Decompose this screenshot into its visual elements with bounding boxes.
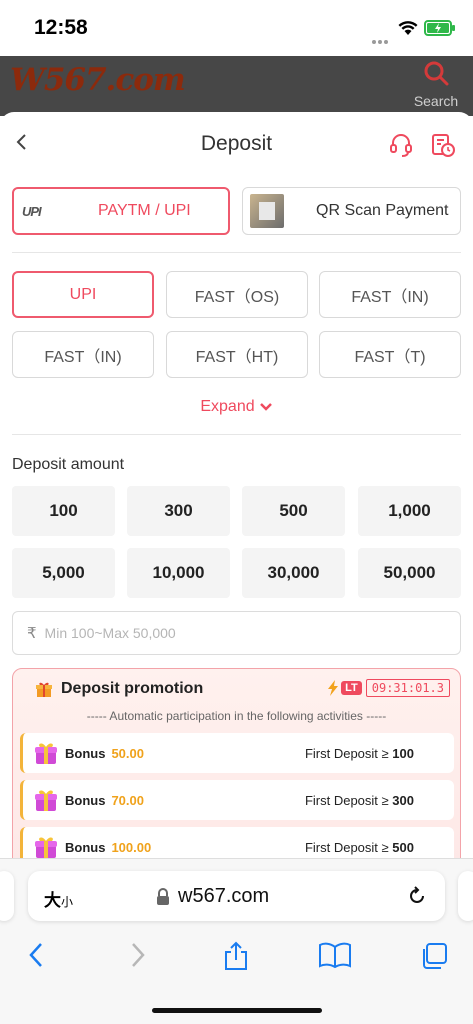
gift-box-icon <box>35 837 57 858</box>
upi-logo: UPI <box>22 203 42 219</box>
promotion-row: Bonus 70.00 First Deposit ≥ 300 <box>20 780 454 820</box>
bonus-label: Bonus <box>65 745 106 761</box>
history-icon[interactable] <box>430 132 456 158</box>
search-button[interactable]: Search <box>411 60 461 109</box>
amount-option[interactable]: 10,000 <box>127 548 230 598</box>
next-tab-preview[interactable] <box>458 871 473 921</box>
deposit-amount-title: Deposit amount <box>12 456 125 473</box>
status-time: 12:58 <box>34 16 88 39</box>
condition: First Deposit ≥ 300 <box>305 793 414 808</box>
divider <box>12 434 461 435</box>
channel-fast-ht[interactable]: FAST（HT) <box>166 331 308 378</box>
expand-label: Expand <box>200 398 255 415</box>
promotion-timer: LT 09:31:01.3 <box>327 679 450 697</box>
headset-icon[interactable] <box>388 132 414 158</box>
share-icon[interactable] <box>222 941 250 971</box>
back-arrow-icon[interactable] <box>26 941 48 969</box>
expand-button[interactable]: Expand <box>0 398 473 416</box>
promotion-subtitle: ----- Automatic participation in the fol… <box>86 709 387 723</box>
text-size-button[interactable]: 大小 <box>44 886 73 911</box>
channel-fast-t[interactable]: FAST（T) <box>319 331 461 378</box>
channel-fast-in[interactable]: FAST（IN) <box>319 271 461 318</box>
text-size-big: 大 <box>44 891 61 910</box>
method-label: PAYTM / UPI <box>98 202 191 219</box>
amount-option[interactable]: 1,000 <box>358 486 461 536</box>
amount-option[interactable]: 30,000 <box>242 548 345 598</box>
signal-icon <box>372 31 394 62</box>
tabs-icon[interactable] <box>419 941 449 971</box>
browser-toolbar: 大小 w567.com <box>0 858 473 1024</box>
reload-icon[interactable] <box>406 885 428 907</box>
bonus-value: 50.00 <box>111 745 144 761</box>
search-label: Search <box>413 93 459 109</box>
deposit-promotion: Deposit promotion LT 09:31:01.3 ----- Au… <box>12 668 461 858</box>
deposit-sheet: Deposit UPI PAYTM / UPI QR Scan Payment … <box>0 112 473 858</box>
method-qr-scan[interactable]: QR Scan Payment <box>242 187 461 235</box>
amount-option[interactable]: 500 <box>242 486 345 536</box>
amount-option[interactable]: 50,000 <box>358 548 461 598</box>
lock-icon <box>157 888 169 905</box>
condition-label: First Deposit ≥ <box>304 839 389 855</box>
qr-thumbnail <box>250 194 284 228</box>
site-logo[interactable]: W567.com <box>10 62 186 98</box>
rupee-icon: ₹ <box>27 625 37 642</box>
method-paytm-upi[interactable]: UPI PAYTM / UPI <box>12 187 230 235</box>
bookmarks-icon[interactable] <box>318 941 352 969</box>
condition: First Deposit ≥ 100 <box>305 746 414 761</box>
sheet-header: Deposit <box>0 112 473 176</box>
amount-input[interactable] <box>44 625 425 641</box>
amount-option[interactable]: 5,000 <box>12 548 115 598</box>
address-bar[interactable]: 大小 w567.com <box>28 871 445 921</box>
amount-option[interactable]: 300 <box>127 486 230 536</box>
gift-box-icon <box>35 790 57 811</box>
condition-label: First Deposit ≥ <box>304 792 389 808</box>
channel-fast-os[interactable]: FAST（OS) <box>166 271 308 318</box>
site-header: W567.com Search <box>0 56 473 116</box>
promotion-title: Deposit promotion <box>61 680 204 697</box>
promotion-header: Deposit promotion <box>35 679 203 699</box>
divider <box>12 252 461 253</box>
battery-icon <box>424 20 455 36</box>
forward-arrow-icon[interactable] <box>126 941 148 969</box>
condition-value: 500 <box>392 839 414 855</box>
previous-tab-preview[interactable] <box>0 871 14 921</box>
condition-label: First Deposit ≥ <box>304 745 389 761</box>
condition-value: 300 <box>392 792 414 808</box>
bonus-value: 70.00 <box>111 792 144 808</box>
bonus-value: 100.00 <box>111 839 152 855</box>
home-indicator <box>152 1008 322 1013</box>
wifi-icon <box>398 21 418 35</box>
condition: First Deposit ≥ 500 <box>305 840 414 855</box>
gift-icon <box>36 682 52 697</box>
bonus-label: Bonus <box>65 839 106 855</box>
condition-value: 100 <box>392 745 414 761</box>
lightning-icon <box>328 680 339 696</box>
channel-upi[interactable]: UPI <box>12 271 154 318</box>
status-bar: 12:58 <box>0 0 473 62</box>
channel-fast-in-2[interactable]: FAST（IN) <box>12 331 154 378</box>
promotion-row: Bonus 50.00 First Deposit ≥ 100 <box>20 733 454 773</box>
method-label: QR Scan Payment <box>316 202 449 219</box>
search-icon <box>424 61 449 86</box>
amount-option[interactable]: 100 <box>12 486 115 536</box>
chevron-down-icon <box>259 402 272 411</box>
countdown-timer: 09:31:01.3 <box>365 679 450 697</box>
limited-time-badge: LT <box>341 681 362 695</box>
amount-field[interactable]: ₹ <box>12 611 461 655</box>
url-text: w567.com <box>178 885 270 907</box>
payment-methods: UPI PAYTM / UPI QR Scan Payment <box>12 187 461 235</box>
text-size-small: 小 <box>61 895 74 909</box>
gift-box-icon <box>35 743 57 764</box>
bonus-label: Bonus <box>65 792 106 808</box>
promotion-row: Bonus 100.00 First Deposit ≥ 500 <box>20 827 454 858</box>
